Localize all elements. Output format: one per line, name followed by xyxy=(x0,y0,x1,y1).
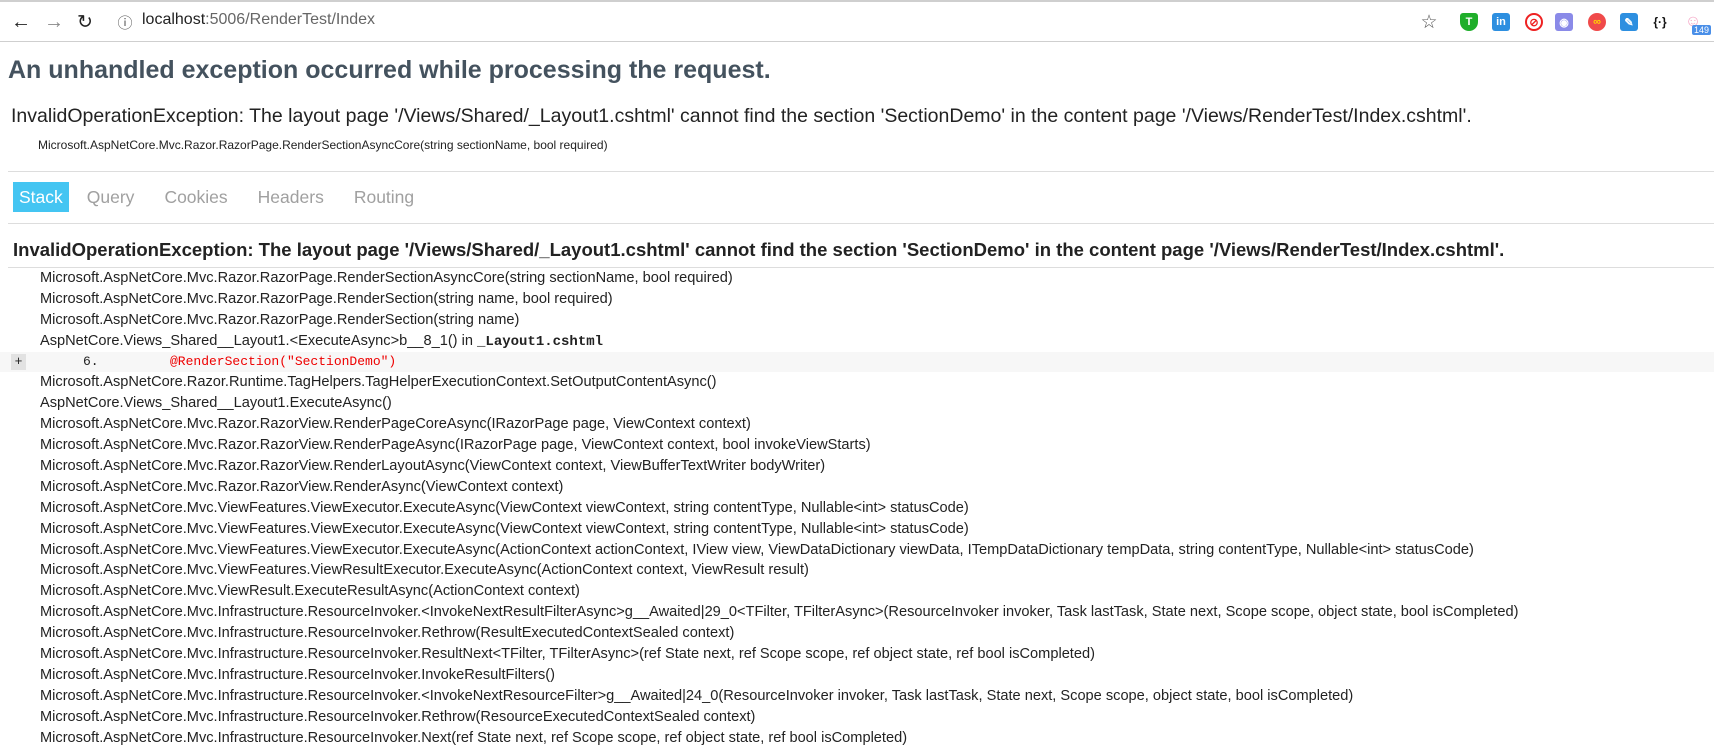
stack-frame: Microsoft.AspNetCore.Mvc.ViewResult.Exec… xyxy=(40,583,580,600)
star-icon[interactable]: ☆ xyxy=(1418,9,1440,35)
expand-button[interactable]: + xyxy=(11,353,26,370)
browser-toolbar: ← → ↻ ⓘ localhost:5006/RenderTest/Index … xyxy=(0,3,1714,42)
stack-frame: Microsoft.AspNetCore.Mvc.Razor.RazorView… xyxy=(40,437,871,454)
url-host: localhost xyxy=(142,11,206,28)
frame-file: _Layout1.cshtml xyxy=(477,333,604,350)
back-arrow-icon[interactable]: ← xyxy=(10,9,32,35)
tab-query[interactable]: Query xyxy=(81,182,147,212)
stack-frame: Microsoft.AspNetCore.Mvc.Razor.RazorView… xyxy=(40,478,564,495)
tab-headers[interactable]: Headers xyxy=(252,182,336,212)
stack-frame: Microsoft.AspNetCore.Mvc.Infrastructure.… xyxy=(40,729,908,746)
info-icon[interactable]: ⓘ xyxy=(115,9,135,35)
error-location: Microsoft.AspNetCore.Mvc.Razor.RazorPage… xyxy=(38,138,608,152)
stack-frame: Microsoft.AspNetCore.Mvc.ViewFeatures.Vi… xyxy=(40,541,1474,558)
stack-frame: Microsoft.AspNetCore.Mvc.ViewFeatures.Vi… xyxy=(40,520,969,537)
stack-frame: Microsoft.AspNetCore.Mvc.Infrastructure.… xyxy=(40,708,756,725)
address-bar[interactable]: localhost:5006/RenderTest/Index xyxy=(142,11,375,29)
stack-frame: Microsoft.AspNetCore.Mvc.Infrastructure.… xyxy=(40,687,1354,704)
stack-frame-source: AspNetCore.Views_Shared__Layout1.<Execut… xyxy=(0,331,1714,352)
json-braces-icon[interactable]: {·} xyxy=(1651,13,1669,31)
tab-stack[interactable]: Stack xyxy=(13,182,69,212)
stack-frame: Microsoft.AspNetCore.Mvc.Razor.RazorPage… xyxy=(40,311,520,328)
stack-frame: Microsoft.AspNetCore.Razor.Runtime.TagHe… xyxy=(40,374,717,391)
blocker-icon[interactable]: ⊘ xyxy=(1525,13,1543,31)
extension-badge: 149 xyxy=(1692,25,1712,35)
mask-icon[interactable]: ◉ xyxy=(1555,13,1573,31)
stack-frame: Microsoft.AspNetCore.Mvc.Razor.RazorPage… xyxy=(40,270,733,286)
stack-frame: Microsoft.AspNetCore.Mvc.Razor.RazorPage… xyxy=(40,290,613,307)
page-title: An unhandled exception occurred while pr… xyxy=(8,56,771,84)
divider xyxy=(8,223,1714,224)
pen-icon[interactable]: ✎ xyxy=(1620,13,1638,31)
stack-frame: Microsoft.AspNetCore.Mvc.Infrastructure.… xyxy=(40,604,1519,621)
stack-frame: Microsoft.AspNetCore.Mvc.Razor.RazorView… xyxy=(40,416,751,433)
stack-frame: AspNetCore.Views_Shared__Layout1.Execute… xyxy=(40,395,392,412)
source-code-line: + 6. @RenderSection("SectionDemo") xyxy=(0,351,1714,373)
stack-frame: Microsoft.AspNetCore.Mvc.ViewFeatures.Vi… xyxy=(40,562,809,579)
divider xyxy=(8,171,1714,172)
frame-method: AspNetCore.Views_Shared__Layout1.<Execut… xyxy=(40,332,478,349)
tab-cookies[interactable]: Cookies xyxy=(158,182,239,212)
tab-bar: Stack Query Cookies Headers Routing xyxy=(13,182,438,212)
stack-frame: Microsoft.AspNetCore.Mvc.Infrastructure.… xyxy=(40,646,1095,663)
stack-frame: Microsoft.AspNetCore.Mvc.ViewFeatures.Vi… xyxy=(40,499,969,516)
reload-icon[interactable]: ↻ xyxy=(74,9,96,35)
stack-frame: Microsoft.AspNetCore.Mvc.Infrastructure.… xyxy=(40,666,555,683)
error-message: InvalidOperationException: The layout pa… xyxy=(11,105,1472,127)
stack-trace: Microsoft.AspNetCore.Mvc.Razor.RazorPage… xyxy=(0,268,1714,748)
linkedin-icon[interactable]: in xyxy=(1492,13,1510,31)
forward-arrow-icon[interactable]: → xyxy=(43,9,65,35)
infinity-icon[interactable]: ∞ xyxy=(1588,13,1606,31)
stack-heading: InvalidOperationException: The layout pa… xyxy=(13,239,1505,260)
url-path: :5006/RenderTest/Index xyxy=(205,11,376,28)
tab-routing[interactable]: Routing xyxy=(348,182,426,212)
stack-frame: Microsoft.AspNetCore.Mvc.Razor.RazorView… xyxy=(40,458,826,475)
stack-frame: Microsoft.AspNetCore.Mvc.Infrastructure.… xyxy=(40,625,735,642)
line-number: 6. xyxy=(83,353,99,369)
shield-t-icon[interactable]: T xyxy=(1460,13,1478,31)
code-text: @RenderSection("SectionDemo") xyxy=(170,353,397,369)
